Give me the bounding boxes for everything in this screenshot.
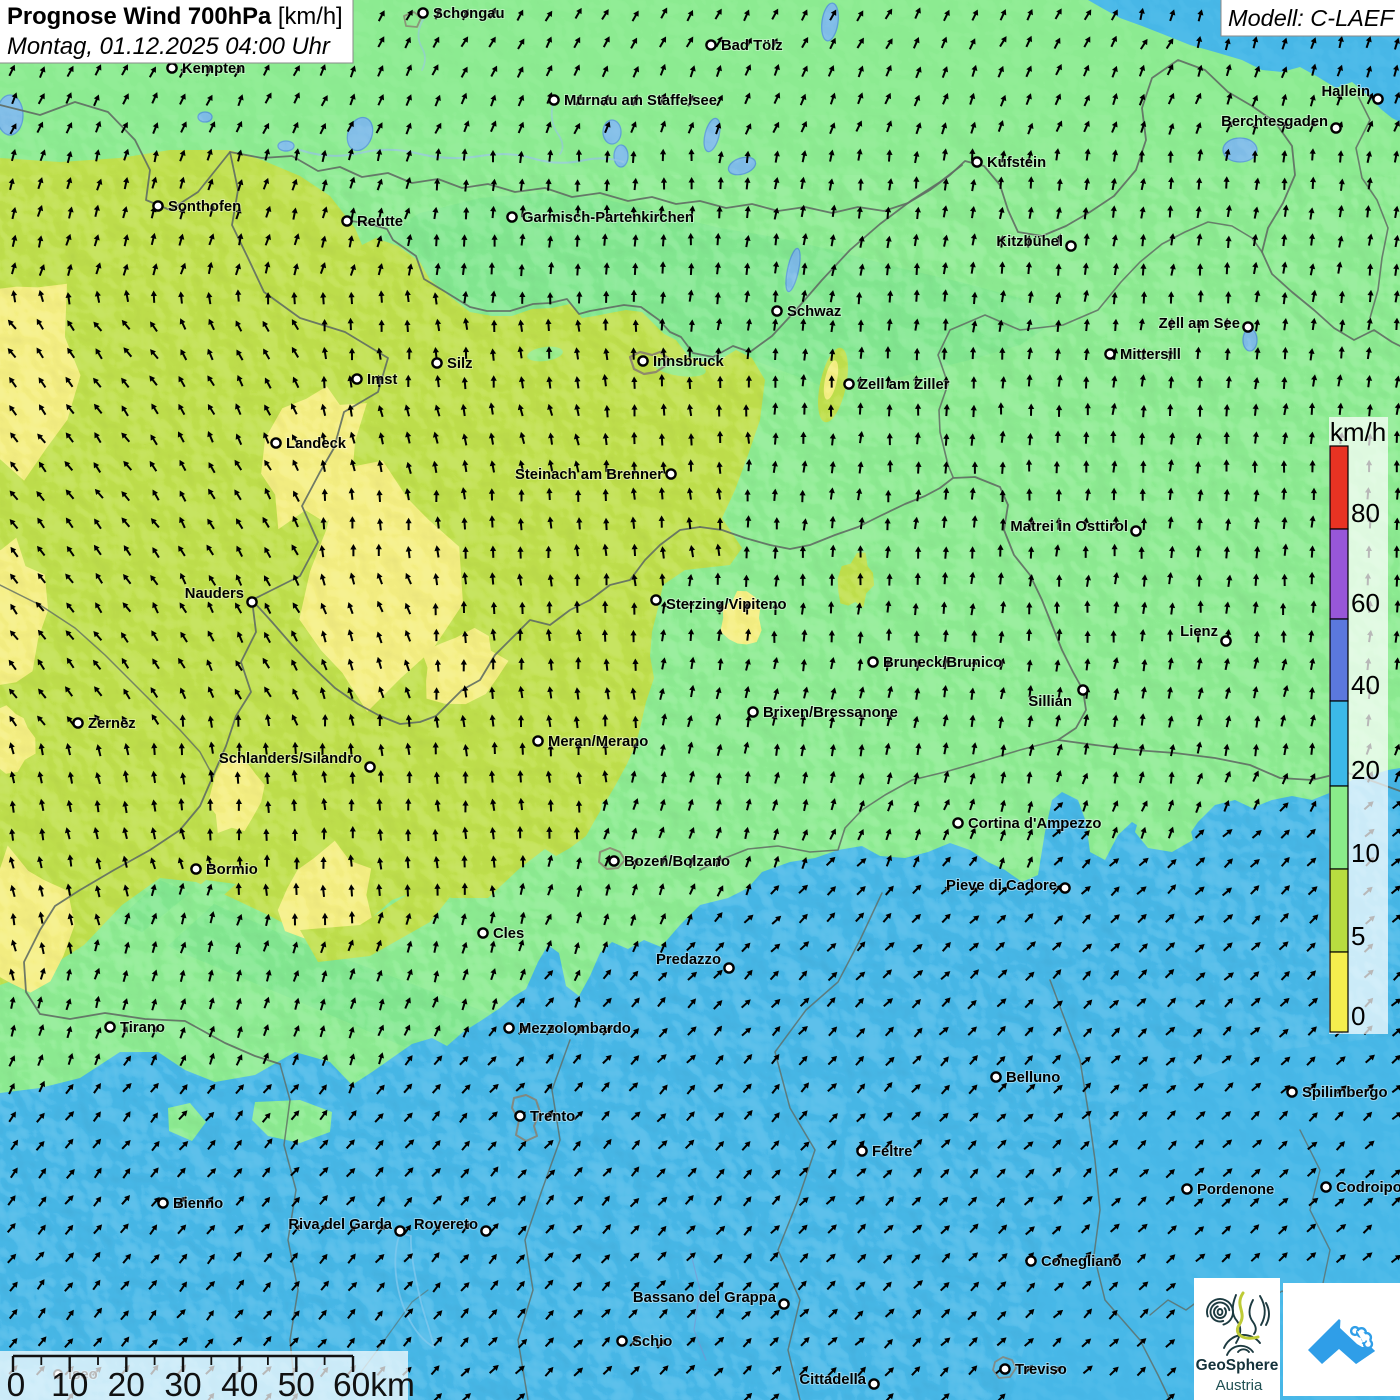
svg-text:Sillian: Sillian xyxy=(1028,694,1072,710)
svg-text:Riva del Garda: Riva del Garda xyxy=(288,1217,392,1233)
svg-text:Mittersill: Mittersill xyxy=(1120,347,1181,363)
svg-text:Landeck: Landeck xyxy=(286,436,347,452)
svg-text:10: 10 xyxy=(1351,838,1380,868)
svg-text:Hallein: Hallein xyxy=(1321,84,1370,100)
svg-text:Meran/Merano: Meran/Merano xyxy=(548,734,648,750)
svg-text:Cles: Cles xyxy=(493,926,524,942)
svg-text:Silz: Silz xyxy=(447,356,473,372)
svg-text:Sonthofen: Sonthofen xyxy=(168,199,241,215)
svg-text:0: 0 xyxy=(1351,1001,1365,1031)
svg-text:km/h: km/h xyxy=(1330,417,1386,447)
svg-text:80: 80 xyxy=(1351,498,1380,528)
svg-text:Pieve di Cadore: Pieve di Cadore xyxy=(946,878,1057,894)
svg-text:Cortina d'Ampezzo: Cortina d'Ampezzo xyxy=(968,816,1101,832)
svg-text:Zernez: Zernez xyxy=(88,716,136,732)
svg-text:40: 40 xyxy=(221,1367,258,1400)
svg-text:Berchtesgaden: Berchtesgaden xyxy=(1221,114,1328,130)
svg-text:Conegliano: Conegliano xyxy=(1041,1254,1122,1270)
svg-text:Matrei in Osttirol: Matrei in Osttirol xyxy=(1010,519,1128,535)
svg-text:0: 0 xyxy=(7,1367,26,1400)
svg-text:Cittadella: Cittadella xyxy=(799,1372,866,1388)
svg-text:Zell am Ziller: Zell am Ziller xyxy=(859,377,950,393)
svg-text:Modell: C-LAEF: Modell: C-LAEF xyxy=(1228,5,1395,31)
svg-text:10: 10 xyxy=(51,1367,88,1400)
svg-text:Schwaz: Schwaz xyxy=(787,304,841,320)
svg-text:Pordenone: Pordenone xyxy=(1197,1182,1274,1198)
svg-text:Murnau am Staffelsee: Murnau am Staffelsee xyxy=(564,93,717,109)
svg-text:Austria: Austria xyxy=(1216,1377,1263,1394)
svg-text:Steinach am Brenner: Steinach am Brenner xyxy=(515,467,663,483)
svg-text:20: 20 xyxy=(108,1367,145,1400)
svg-text:Bormio: Bormio xyxy=(206,862,258,878)
svg-text:Schongau: Schongau xyxy=(433,6,505,22)
svg-text:Schlanders/Silandro: Schlanders/Silandro xyxy=(219,751,362,767)
svg-text:Zell am See: Zell am See xyxy=(1159,316,1240,332)
svg-text:Imst: Imst xyxy=(367,372,397,388)
svg-text:Bad Tölz: Bad Tölz xyxy=(721,38,783,54)
svg-text:Bassano del Grappa: Bassano del Grappa xyxy=(633,1290,777,1306)
svg-text:Prognose Wind 700hPa [km/h]: Prognose Wind 700hPa [km/h] xyxy=(7,3,343,30)
svg-text:50: 50 xyxy=(278,1367,315,1400)
svg-text:20: 20 xyxy=(1351,755,1380,785)
svg-text:Brixen/Bressanone: Brixen/Bressanone xyxy=(763,705,898,721)
svg-text:Trento: Trento xyxy=(530,1109,575,1125)
svg-text:Rovereto: Rovereto xyxy=(414,1217,478,1233)
svg-text:Kitzbühel: Kitzbühel xyxy=(996,234,1063,250)
svg-text:Garmisch-Partenkirchen: Garmisch-Partenkirchen xyxy=(522,210,694,226)
svg-text:5: 5 xyxy=(1351,921,1365,951)
svg-text:30: 30 xyxy=(164,1367,201,1400)
svg-text:Mezzolombardo: Mezzolombardo xyxy=(519,1021,631,1037)
svg-text:Sterzing/Vipiteno: Sterzing/Vipiteno xyxy=(666,597,787,613)
svg-text:Bruneck/Brunico: Bruneck/Brunico xyxy=(883,655,1002,671)
svg-text:Schio: Schio xyxy=(632,1334,672,1350)
svg-text:Codroipo: Codroipo xyxy=(1336,1180,1400,1196)
svg-text:40: 40 xyxy=(1351,670,1380,700)
svg-text:Predazzo: Predazzo xyxy=(656,952,721,968)
svg-text:Innsbruck: Innsbruck xyxy=(653,354,724,370)
svg-text:GeoSphere: GeoSphere xyxy=(1196,1357,1279,1374)
svg-text:Belluno: Belluno xyxy=(1006,1070,1060,1086)
svg-text:Nauders: Nauders xyxy=(185,586,244,602)
svg-text:Treviso: Treviso xyxy=(1015,1362,1067,1378)
svg-text:Tirano: Tirano xyxy=(120,1020,165,1036)
svg-text:60: 60 xyxy=(1351,588,1380,618)
svg-text:Reutte: Reutte xyxy=(357,214,403,230)
svg-text:Feltre: Feltre xyxy=(872,1144,912,1160)
svg-text:Montag, 01.12.2025 04:00 Uhr: Montag, 01.12.2025 04:00 Uhr xyxy=(7,33,331,60)
svg-text:Spilimbergo: Spilimbergo xyxy=(1302,1085,1388,1101)
svg-text:Bienno: Bienno xyxy=(173,1196,223,1212)
svg-text:Lienz: Lienz xyxy=(1180,624,1218,640)
svg-text:Bozen/Bolzano: Bozen/Bolzano xyxy=(624,854,730,870)
svg-text:60km: 60km xyxy=(333,1367,415,1400)
svg-text:Kufstein: Kufstein xyxy=(987,155,1046,171)
